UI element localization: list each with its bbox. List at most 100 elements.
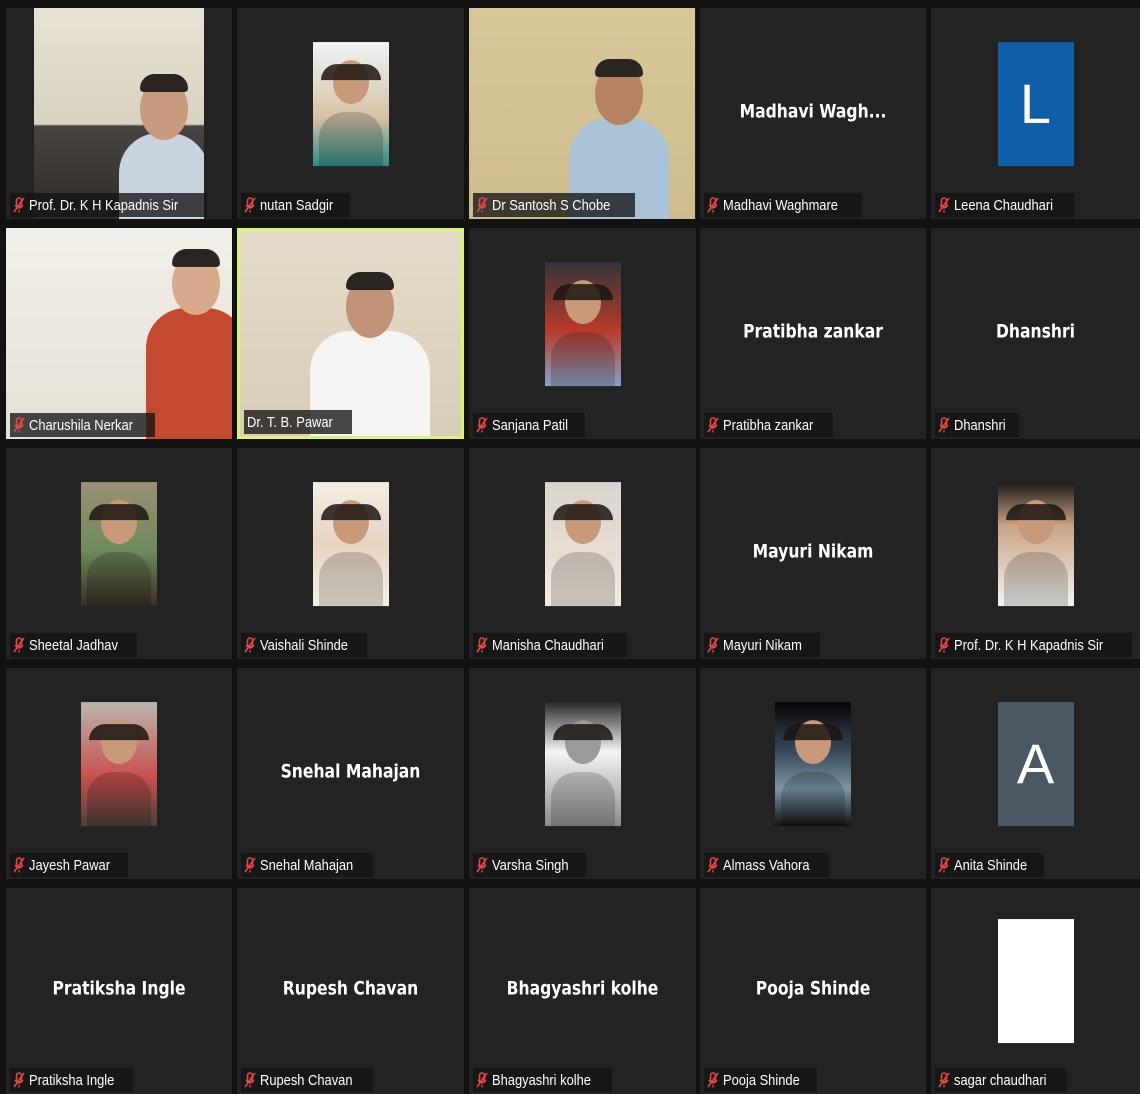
participant-tile[interactable]: Dhanshri Dhanshri [931, 228, 1140, 439]
participant-name: Leena Chaudhari [954, 196, 1053, 214]
participant-display-name: Snehal Mahajan [280, 759, 421, 782]
participant-tile[interactable]: Rupesh Chavan Rupesh Chavan [237, 888, 464, 1094]
microphone-muted-icon [476, 1072, 488, 1088]
participant-tile[interactable]: Bhagyashri kolhe Bhagyashri kolhe [469, 888, 696, 1094]
microphone-muted-icon [707, 857, 719, 873]
participant-tile[interactable]: Prof. Dr. K H Kapadnis Sir [931, 448, 1140, 659]
microphone-muted-icon [13, 637, 25, 653]
participant-name-tag: Pratiksha Ingle [10, 1068, 134, 1092]
participant-tile[interactable]: Dr Santosh S Chobe [469, 8, 696, 219]
participant-name: Madhavi Waghmare [723, 196, 838, 214]
participant-tile[interactable]: Snehal Mahajan Snehal Mahajan [237, 668, 464, 879]
participant-tile[interactable]: Pooja Shinde Pooja Shinde [700, 888, 926, 1094]
microphone-muted-icon [938, 417, 950, 433]
participant-name: Dr Santosh S Chobe [492, 196, 611, 214]
participant-name: Varsha Singh [492, 856, 569, 874]
participant-tile[interactable]: Charushila Nerkar [6, 228, 232, 439]
participant-name-tag: Madhavi Waghmare [704, 193, 862, 217]
participant-tile[interactable]: sagar chaudhari [931, 888, 1140, 1094]
participant-name-tag: Rupesh Chavan [241, 1068, 373, 1092]
participant-video [34, 8, 204, 219]
participant-name-tag: Almass Vahora [704, 853, 829, 877]
microphone-muted-icon [476, 197, 488, 213]
participant-tile[interactable]: nutan Sadgir [237, 8, 464, 219]
participant-name-tag: Mayuri Nikam [704, 633, 820, 657]
participant-name: Vaishali Shinde [260, 636, 348, 654]
participant-name-tag: Pratibha zankar [704, 413, 834, 437]
participant-tile[interactable]: Dr. T. B. Pawar [237, 228, 464, 439]
microphone-muted-icon [938, 637, 950, 653]
participant-tile[interactable]: Manisha Chaudhari [469, 448, 696, 659]
participant-name-tag: Pooja Shinde [704, 1068, 818, 1092]
participant-name-tag: Jayesh Pawar [10, 853, 129, 877]
microphone-muted-icon [244, 857, 256, 873]
participant-name: nutan Sadgir [260, 196, 334, 214]
participant-name-tag: Prof. Dr. K H Kapadnis Sir [10, 193, 208, 217]
participant-display-name: Pratiksha Ingle [52, 977, 186, 1000]
microphone-muted-icon [13, 857, 25, 873]
participant-name-tag: Manisha Chaudhari [473, 633, 628, 657]
participant-tile[interactable]: L Leena Chaudhari [931, 8, 1140, 219]
participant-name: Dr. T. B. Pawar [247, 413, 333, 431]
participant-name-tag: Charushila Nerkar [10, 413, 155, 437]
participant-name: Sheetal Jadhav [29, 636, 118, 654]
participant-video [6, 228, 232, 439]
participant-photo [312, 481, 389, 606]
participant-display-name: Pooja Shinde [755, 977, 871, 1000]
participant-tile[interactable]: Vaishali Shinde [237, 448, 464, 659]
microphone-muted-icon [244, 637, 256, 653]
participant-tile[interactable]: Varsha Singh [469, 668, 696, 879]
participant-photo [312, 41, 389, 166]
participant-photo [81, 701, 157, 826]
microphone-muted-icon [13, 417, 25, 433]
participant-name-tag: Dr Santosh S Chobe [473, 193, 635, 217]
participant-tile[interactable]: Pratiksha Ingle Pratiksha Ingle [6, 888, 232, 1094]
microphone-muted-icon [244, 1072, 256, 1088]
participant-name: Pratiksha Ingle [29, 1071, 115, 1089]
microphone-muted-icon [244, 197, 256, 213]
participant-display-name: Bhagyashri kolhe [506, 977, 659, 1000]
microphone-muted-icon [476, 637, 488, 653]
participant-photo [544, 261, 621, 386]
participant-tile[interactable]: Jayesh Pawar [6, 668, 232, 879]
microphone-muted-icon [707, 1072, 719, 1088]
participant-name: Manisha Chaudhari [492, 636, 604, 654]
participant-name-tag: Dr. T. B. Pawar [244, 410, 352, 434]
participant-display-name: Dhanshri [995, 319, 1076, 342]
microphone-muted-icon [476, 417, 488, 433]
participant-name-tag: sagar chaudhari [935, 1068, 1067, 1092]
participant-name-tag: Leena Chaudhari [935, 193, 1075, 217]
participant-photo [544, 701, 621, 826]
participant-name: Charushila Nerkar [29, 416, 133, 434]
participant-photo [544, 481, 621, 606]
participant-tile[interactable]: A Anita Shinde [931, 668, 1140, 879]
participant-avatar: L [997, 41, 1074, 166]
participant-display-name: Pratibha zankar [743, 319, 883, 342]
video-grid: Prof. Dr. K H Kapadnis Sir nutan Sadgir Dr… [0, 0, 1140, 1094]
participant-name-tag: Dhanshri [935, 413, 1020, 437]
participant-name-tag: nutan Sadgir [241, 193, 351, 217]
participant-avatar: A [997, 701, 1074, 826]
microphone-muted-icon [13, 197, 25, 213]
participant-name-tag: Bhagyashri kolhe [473, 1068, 613, 1092]
participant-tile[interactable]: Almass Vahora [700, 668, 926, 879]
participant-avatar [997, 919, 1074, 1044]
participant-tile[interactable]: Sheetal Jadhav [6, 448, 232, 659]
participant-tile[interactable]: Sanjana Patil [469, 228, 696, 439]
participant-name-tag: Vaishali Shinde [241, 633, 368, 657]
microphone-muted-icon [938, 197, 950, 213]
participant-name-tag: Snehal Mahajan [241, 853, 374, 877]
participant-display-name: Mayuri Nikam [752, 539, 874, 562]
participant-tile[interactable]: Madhavi Wagh... Madhavi Waghmare [700, 8, 926, 219]
participant-tile[interactable]: Prof. Dr. K H Kapadnis Sir [6, 8, 232, 219]
participant-display-name: Rupesh Chavan [282, 977, 419, 1000]
participant-name-tag: Varsha Singh [473, 853, 586, 877]
participant-name: Prof. Dr. K H Kapadnis Sir [954, 636, 1104, 654]
microphone-muted-icon [13, 1072, 25, 1088]
participant-name: Anita Shinde [954, 856, 1028, 874]
participant-name: Jayesh Pawar [29, 856, 111, 874]
microphone-muted-icon [707, 637, 719, 653]
participant-tile[interactable]: Pratibha zankar Pratibha zankar [700, 228, 926, 439]
participant-name-tag: Sheetal Jadhav [10, 633, 138, 657]
participant-tile[interactable]: Mayuri Nikam Mayuri Nikam [700, 448, 926, 659]
